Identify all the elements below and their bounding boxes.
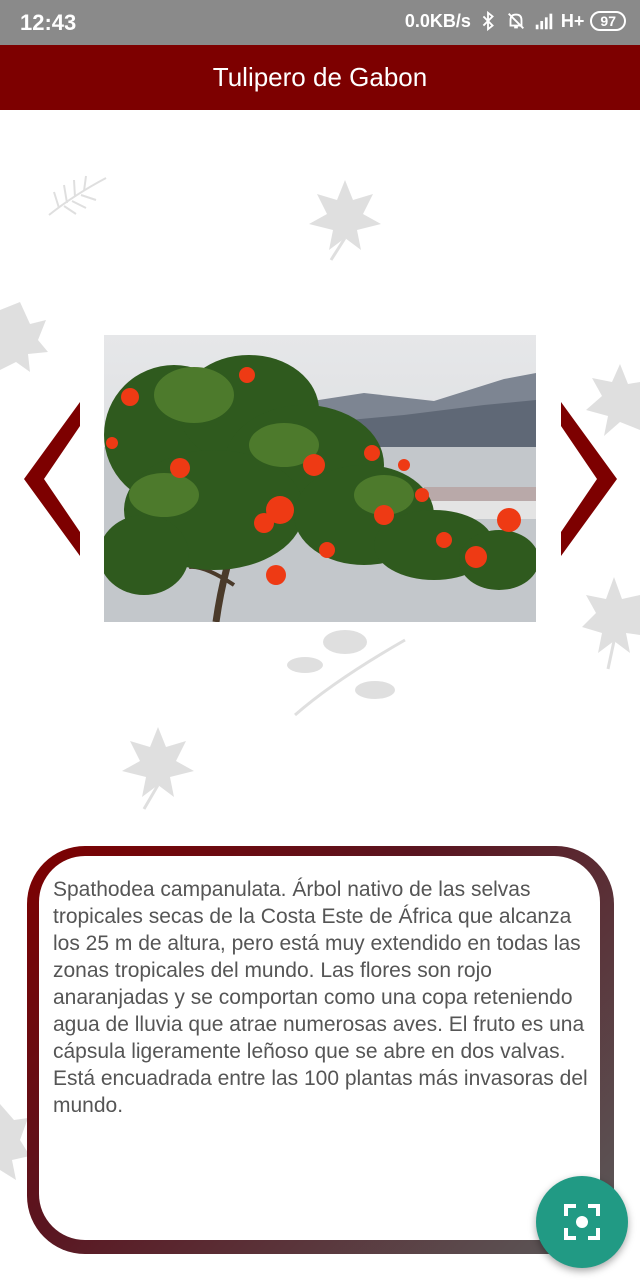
maple-leaf-decoration (582, 577, 640, 670)
plant-photo (104, 335, 536, 622)
fern-leaf-decoration (48, 175, 107, 216)
previous-image-button[interactable] (24, 400, 82, 558)
app-bar: Tulipero de Gabon (0, 45, 640, 110)
status-bar: 12:43 0.0KB/s H+ 97 (0, 0, 640, 45)
chevron-left-icon (24, 402, 80, 556)
maple-leaf-decoration (0, 302, 48, 372)
scan-icon (564, 1204, 600, 1240)
next-image-button[interactable] (559, 400, 617, 558)
status-time: 12:43 (20, 10, 77, 35)
description-text: Spathodea campanulata. Árbol nativo de l… (53, 878, 588, 1117)
network-speed: 0.0KB/s (404, 10, 471, 31)
maple-leaf-decoration (122, 727, 194, 810)
chevron-right-icon (561, 402, 617, 556)
signal-icon (535, 13, 553, 30)
page-title: Tulipero de Gabon (212, 62, 428, 92)
network-type: H+ (560, 10, 585, 31)
maple-leaf-decoration (0, 1104, 30, 1180)
scan-button[interactable] (536, 1176, 628, 1268)
mute-bell-icon (507, 13, 524, 29)
battery-indicator: 97 (590, 11, 626, 31)
status-indicators: 0.0KB/s H+ 97 (405, 10, 626, 32)
maple-leaf-decoration (309, 180, 381, 261)
bluetooth-icon (482, 10, 494, 32)
plant-photo-image (104, 335, 536, 622)
branch-leaves-decoration (287, 630, 406, 717)
